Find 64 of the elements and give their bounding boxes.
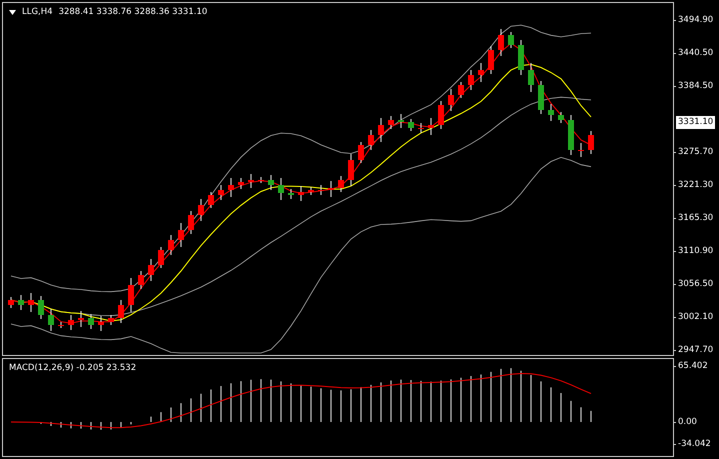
candlestick — [358, 142, 364, 164]
candlestick — [408, 118, 414, 132]
candlestick — [118, 300, 124, 324]
candlestick — [348, 154, 354, 186]
candlestick — [278, 178, 284, 200]
dropdown-arrow-icon[interactable] — [9, 10, 16, 15]
current-price-label: 3331.10 — [676, 116, 716, 129]
candlestick — [228, 178, 234, 198]
candlestick — [288, 188, 294, 200]
candlestick — [588, 130, 594, 154]
candlestick — [48, 308, 54, 332]
candlestick — [258, 176, 264, 184]
candlestick — [138, 270, 144, 290]
candlestick — [458, 82, 464, 98]
candlestick — [68, 314, 74, 330]
ohlc-values: 3288.41 3338.76 3288.36 3331.10 — [58, 6, 208, 19]
candlestick — [208, 192, 214, 208]
candlestick — [508, 32, 514, 48]
candlestick — [568, 114, 574, 156]
candlestick — [538, 80, 544, 114]
candlestick — [328, 180, 334, 198]
candlestick — [558, 112, 564, 124]
symbol-label: LLG,H4 — [22, 6, 53, 19]
macd-label: MACD(12,26,9) -0.205 23.532 — [9, 362, 136, 375]
candlestick — [418, 122, 424, 134]
candlestick — [248, 174, 254, 188]
candlestick — [158, 246, 164, 268]
candlestick — [218, 184, 224, 200]
candlestick — [478, 62, 484, 82]
candlestick — [238, 178, 244, 190]
candlestick — [528, 62, 534, 92]
candlestick — [78, 310, 84, 328]
candlestick — [188, 210, 194, 234]
candlestick — [488, 46, 494, 74]
candlestick — [468, 70, 474, 90]
candlestick — [268, 174, 274, 190]
candlestick — [38, 296, 44, 320]
candlestick — [98, 316, 104, 332]
candlestick — [198, 198, 204, 222]
candlestick — [438, 100, 444, 130]
candlestick — [148, 258, 154, 282]
candlestick — [548, 104, 554, 122]
candlestick — [578, 142, 584, 158]
candlestick — [448, 88, 454, 112]
candlestick — [58, 322, 64, 328]
candlestick — [398, 114, 404, 128]
candlestick — [8, 296, 14, 308]
candlestick — [298, 186, 304, 202]
candlestick — [88, 314, 94, 330]
candlestick — [518, 40, 524, 76]
candlestick — [128, 278, 134, 312]
candlestick — [318, 184, 324, 196]
candlestick — [308, 186, 314, 196]
candlestick — [178, 222, 184, 248]
candlestick — [388, 116, 394, 130]
candlestick — [498, 28, 504, 56]
candlestick — [338, 176, 344, 192]
candlestick — [428, 118, 434, 136]
candlestick — [378, 118, 384, 142]
candlestick — [368, 130, 374, 150]
candlestick — [28, 292, 34, 312]
candlestick — [108, 314, 114, 326]
candlestick — [168, 234, 174, 256]
candlestick — [18, 294, 24, 310]
